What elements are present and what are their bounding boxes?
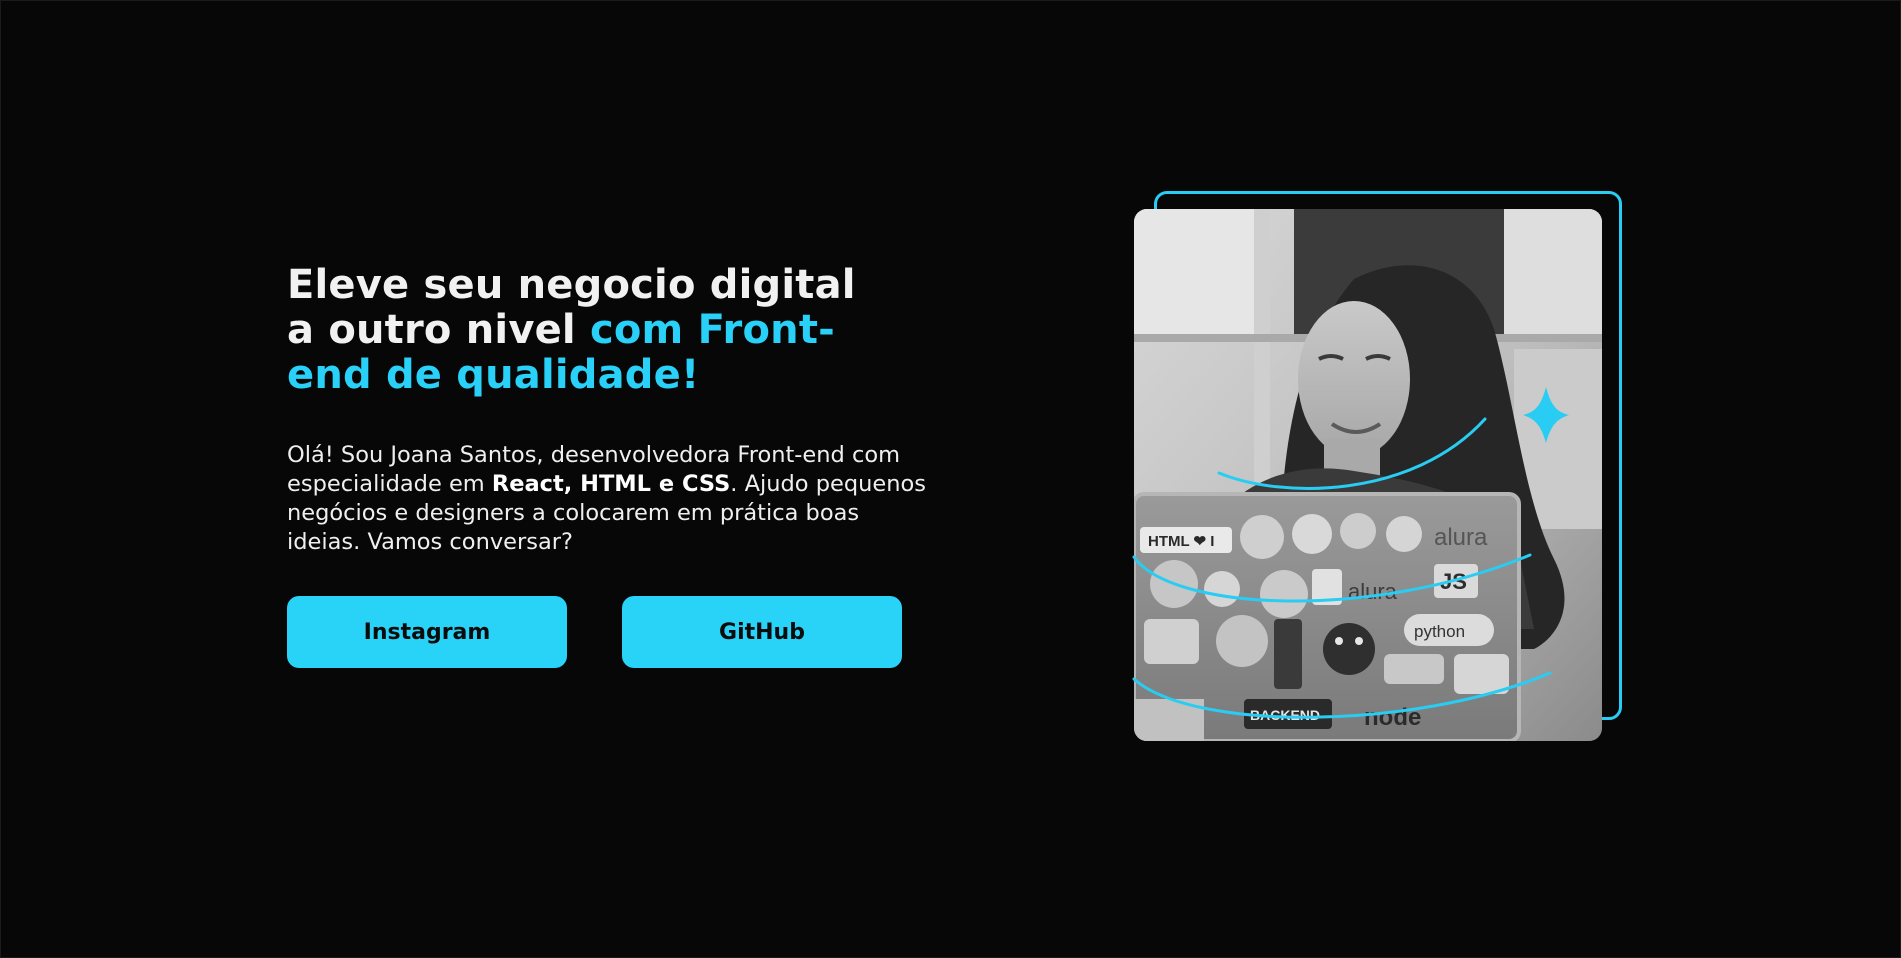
hero-description: Olá! Sou Joana Santos, desenvolvedora Fr… (287, 441, 927, 557)
sticker-backend: BACKEND (1250, 707, 1320, 723)
hero-text: Eleve seu negocio digital a outro nivel … (287, 263, 927, 668)
social-buttons: Instagram GitHub (287, 596, 903, 668)
instagram-button[interactable]: Instagram (287, 596, 567, 668)
sticker-node: node (1364, 704, 1421, 731)
sticker-alura-2: alura (1348, 579, 1398, 604)
description-skills: React, HTML e CSS (491, 471, 731, 497)
page: Eleve seu negocio digital a outro nivel … (0, 0, 1901, 958)
profile-photo: HTML ❤ I alura JS alura python BACKEND n… (1134, 209, 1602, 741)
sticker-python: python (1414, 622, 1465, 641)
sticker-js: JS (1440, 569, 1467, 594)
sticker-html: HTML ❤ I (1148, 533, 1214, 550)
sticker-alura-1: alura (1434, 524, 1488, 551)
title-line-2: a outro nivel (287, 307, 590, 353)
photo-illustration: HTML ❤ I alura JS alura python BACKEND n… (1134, 209, 1602, 741)
hero-image-section: HTML ❤ I alura JS alura python BACKEND n… (1132, 191, 1622, 743)
github-button[interactable]: GitHub (622, 596, 902, 668)
title-accent-2: end de qualidade! (287, 352, 700, 398)
title-line-1: Eleve seu negocio digital (287, 262, 856, 308)
hero-title: Eleve seu negocio digital a outro nivel … (287, 263, 927, 398)
title-accent-1: com Front- (589, 307, 835, 353)
